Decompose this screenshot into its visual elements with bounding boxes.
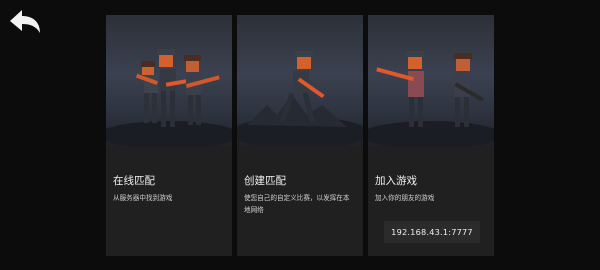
online-match-card[interactable]: 在线匹配 从服务器中找到游戏 [106, 15, 232, 256]
join-game-artwork [368, 15, 494, 146]
back-arrow-icon [8, 9, 42, 39]
ip-address-field[interactable]: 192.168.43.1:7777 [384, 221, 480, 243]
card-description: 使您自己的自定义比赛，以发挥在本地网络 [244, 194, 350, 214]
online-match-artwork [106, 15, 232, 146]
card-description: 加入你的朋友的游戏 [375, 194, 435, 202]
card-title: 在线匹配 [113, 175, 155, 187]
card-description: 从服务器中找到游戏 [113, 194, 173, 202]
join-game-card[interactable]: 加入游戏 加入你的朋友的游戏 192.168.43.1:7777 [368, 15, 494, 256]
card-title: 加入游戏 [375, 175, 417, 187]
back-button[interactable] [8, 9, 42, 39]
create-match-artwork [237, 15, 363, 146]
create-match-card[interactable]: 创建匹配 使您自己的自定义比赛，以发挥在本地网络 [237, 15, 363, 256]
card-title: 创建匹配 [244, 175, 286, 187]
